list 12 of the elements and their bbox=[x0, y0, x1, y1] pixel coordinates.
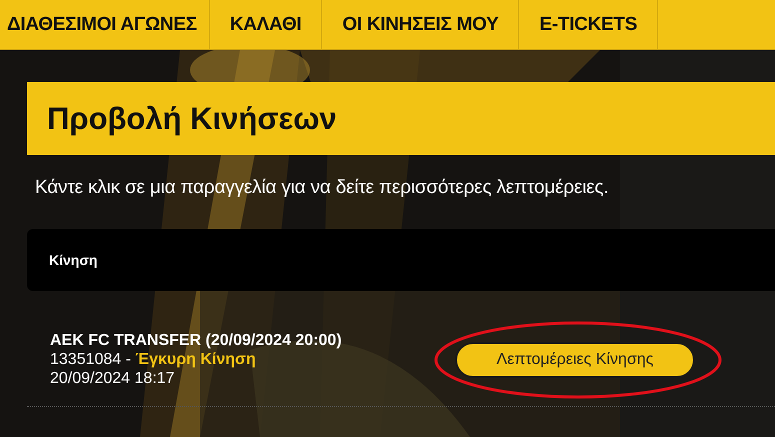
details-button[interactable]: Λεπτομέρειες Κίνησης bbox=[455, 342, 695, 378]
page-title: Προβολή Κινήσεων bbox=[47, 100, 337, 136]
order-date: 20/09/2024 18:17 bbox=[50, 369, 176, 388]
nav-link[interactable]: ΟΙ ΚΙΝΗΣΕΙΣ ΜΟΥ bbox=[322, 0, 520, 49]
order-status: Έγκυρη Κίνηση bbox=[135, 351, 256, 368]
nav-link[interactable]: ΔΙΑΘΕΣΙΜΟΙ ΑΓΩΝΕΣ bbox=[0, 0, 210, 49]
order-number: 13351084 - bbox=[50, 351, 131, 368]
column-header: Κίνηση bbox=[49, 252, 98, 268]
nav-link[interactable]: ΚΑΛΑΘΙ bbox=[210, 0, 322, 49]
event-name: AEK FC TRANSFER (20/09/2024 20:00) bbox=[50, 331, 343, 350]
page-subtitle: Κάντε κλικ σε μια παραγγελία για να δείτε περισσότερες λεπτομέρειες. bbox=[35, 177, 610, 199]
nav-link[interactable]: E-TICKETS bbox=[519, 0, 658, 49]
